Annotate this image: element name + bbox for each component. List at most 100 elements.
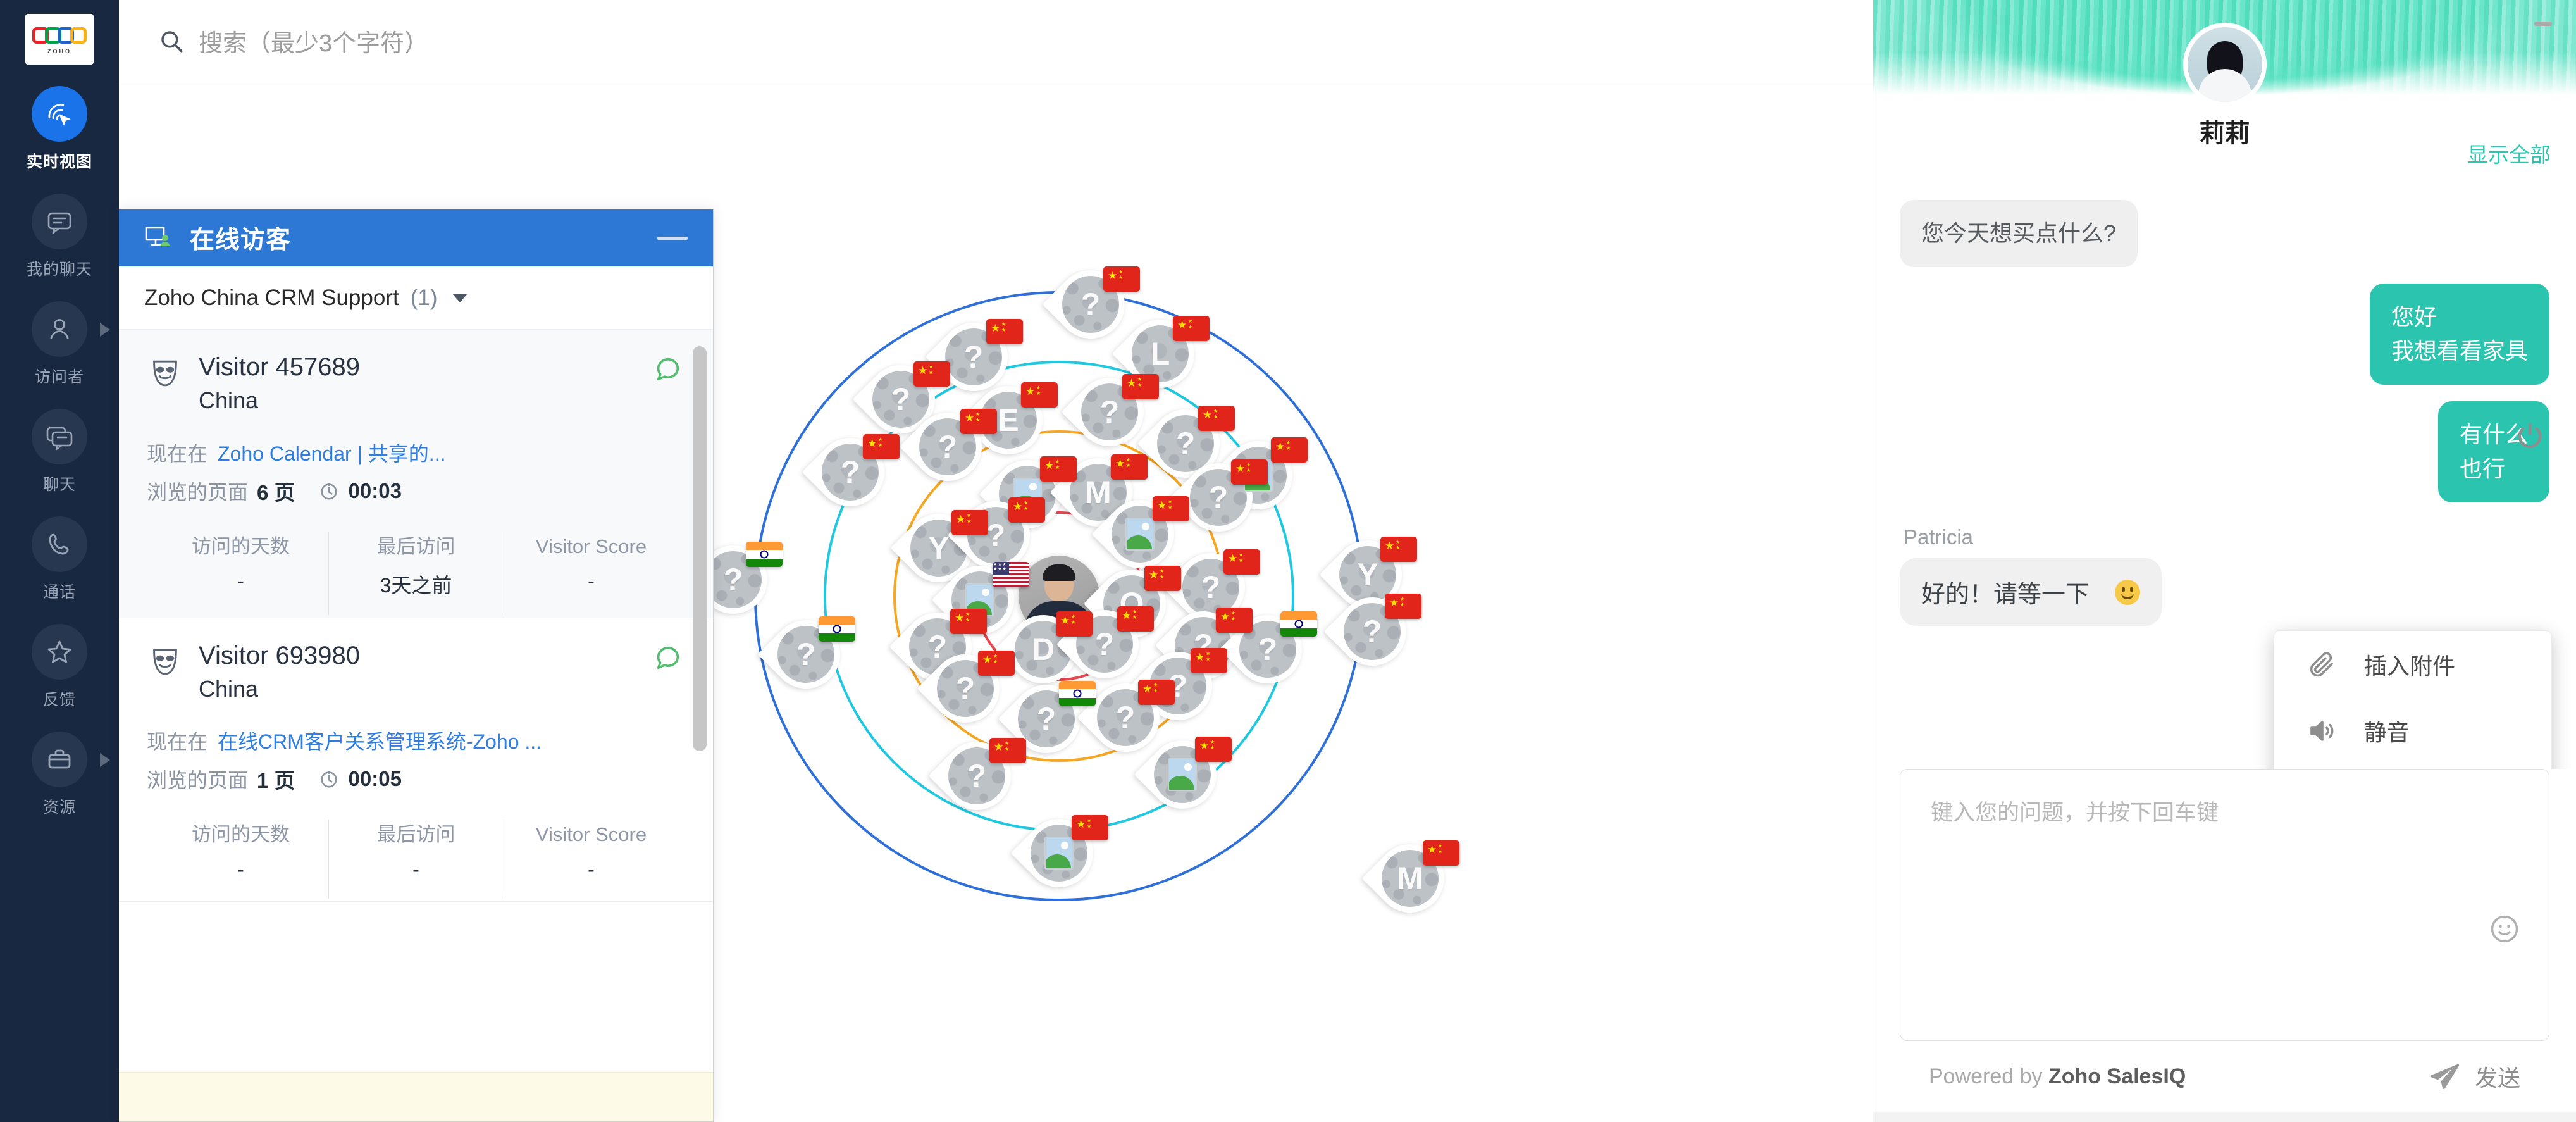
country-flag-cn-icon: ★ ★ ★: [1216, 607, 1253, 633]
marker-initial: ?: [1175, 425, 1196, 461]
radar-visitor-marker[interactable]: ? ★ ★ ★: [928, 727, 1026, 824]
menu-item-insert-attachment[interactable]: 插入附件: [2274, 631, 2551, 697]
visitor-duration-value: 00:05: [348, 767, 402, 791]
marker-initial: ?: [796, 636, 816, 672]
main-content-area: 搜索（最少3个字符） ? ★ ★ ★? ★ ★ ★ L ★ ★ ★? ★ ★ ★ E ★ ★ ★? ★ ★ ★? ★ ★ ★?…: [119, 0, 1873, 1122]
country-flag-cn-icon: ★ ★ ★: [1040, 456, 1077, 482]
visitor-card-header: Visitor 693980 China: [147, 640, 685, 705]
show-all-link[interactable]: 显示全部: [2467, 138, 2551, 168]
menu-item-mute[interactable]: 静音: [2274, 697, 2551, 764]
marker-initial: ?: [1362, 613, 1382, 649]
now-on-label: 现在在: [147, 730, 208, 754]
chat-actions-context-menu[interactable]: 插入附件 静音 发送: [2274, 630, 2552, 769]
radar-visitor-marker[interactable]: ? ★ ★ ★: [1042, 256, 1140, 352]
powered-by-label: Powered by Zoho SalesIQ: [1929, 1064, 2186, 1089]
marker-initial: ?: [938, 428, 958, 464]
sidebar-item-resources[interactable]: 资源: [0, 732, 119, 818]
radar-visitor-marker[interactable]: ? ★ ★ ★: [1323, 583, 1421, 680]
stat-days-visited-value: -: [237, 857, 244, 881]
stat-last-visit-label: 最后访问: [376, 535, 455, 558]
country-flag-cn-icon: ★ ★ ★: [913, 361, 950, 387]
salesiq-app-window: ZOHO 实时视图 我的聊天 访问者 聊天 通话 反馈 资源 搜索（最少3个字符…: [0, 0, 2576, 1122]
sidebar-item-chats[interactable]: 聊天: [0, 409, 119, 495]
visitor-current-page-row: 现在在 在线CRM客户关系管理系统-Zoho ...: [147, 726, 685, 755]
message-bubble-visitor: 您今天想买点什么?: [1900, 200, 2138, 267]
radar-visitor-marker[interactable]: ★ ★ ★: [1134, 726, 1232, 823]
sidebar-item-calls[interactable]: 通话: [0, 516, 119, 602]
send-paper-plane-icon: [2430, 1064, 2460, 1090]
stat-days-visited: 访问的天数 -: [153, 822, 328, 882]
country-flag-cn-icon: ★ ★ ★: [1223, 549, 1260, 575]
visitor-list[interactable]: Visitor 457689 China 现在在 Zoho Calendar |…: [119, 330, 713, 1072]
marker-initial: ?: [986, 517, 1006, 553]
sidebar-item-feedback[interactable]: 反馈: [0, 624, 119, 710]
chevron-right-icon-resources[interactable]: [100, 753, 110, 767]
search-input[interactable]: 搜索（最少3个字符）: [199, 23, 428, 58]
visitor-pages-row: 浏览的页面 1 页 00:05: [147, 764, 685, 794]
message-line-1: 您好: [2391, 304, 2437, 330]
visitor-current-page-link[interactable]: Zoho Calendar | 共享的...: [218, 438, 445, 467]
visitor-pages-row: 浏览的页面 6 页 00:03: [147, 476, 685, 506]
visitor-card[interactable]: Visitor 693980 China 现在在 在线CRM客户关系管理系统-Z…: [119, 618, 713, 902]
sidebar-item-visitors[interactable]: 访问者: [0, 301, 119, 387]
minimize-icon[interactable]: [2534, 22, 2552, 26]
country-flag-in-icon: [1280, 611, 1317, 637]
online-visitors-title: 在线访客: [190, 227, 292, 254]
anonymous-mask-icon: [153, 360, 177, 387]
minimize-panel-button[interactable]: [657, 236, 688, 240]
smiley-face-emoji: [2115, 579, 2141, 605]
avatar[interactable]: [2183, 23, 2267, 106]
online-visitors-header-left: 在线访客: [144, 220, 291, 256]
radar-visitor-marker[interactable]: ★ ★ ★: [1091, 485, 1189, 582]
message-input[interactable]: 键入您的问题，并按下回车键: [1931, 795, 2518, 827]
monitor-visitor-icon: [145, 227, 170, 246]
sidebar-label-my-chats: 我的聊天: [26, 261, 92, 278]
chat-messages[interactable]: 您今天想买点什么? 您好 我想看看家具 有什么 也行 Patricia 好的！请…: [1873, 194, 2576, 769]
country-flag-cn-icon: ★ ★ ★: [986, 318, 1023, 344]
clock-icon: [320, 482, 337, 500]
radar-visitor-marker[interactable]: ? ★ ★ ★: [899, 398, 997, 495]
menu-item-send-email[interactable]: 发送邮件: [2274, 764, 2551, 769]
department-filter-label: Zoho China CRM Support: [144, 285, 399, 310]
country-flag-cn-icon: ★ ★ ★: [863, 433, 900, 459]
sidebar-label-chats: 聊天: [42, 476, 76, 494]
chat-window: 莉莉 显示全部 您今天想买点什么? 您好 我想看看家具 有什么 也行 Patri…: [1873, 0, 2576, 1122]
marker-initial: ?: [927, 628, 948, 664]
radar-visitor-marker[interactable]: M ★ ★ ★: [1361, 830, 1459, 926]
search-bar[interactable]: 搜索（最少3个字符）: [119, 0, 1873, 82]
anonymous-mask-icon: [153, 649, 177, 675]
marker-initial: M: [1085, 474, 1112, 510]
country-flag-cn-icon: ★ ★ ★: [1173, 315, 1210, 341]
radar-visitor-marker[interactable]: ? ★ ★ ★: [1061, 363, 1159, 460]
sidebar-item-realtime-view[interactable]: 实时视图: [0, 86, 119, 172]
marker-initial: ?: [1094, 626, 1115, 662]
marker-initial: ?: [1081, 286, 1101, 322]
department-filter-count: (1): [410, 285, 438, 310]
start-chat-icon[interactable]: [653, 642, 683, 671]
radar-visitor-marker[interactable]: ★ ★ ★: [1010, 804, 1108, 901]
country-flag-cn-icon: ★ ★ ★: [960, 408, 997, 434]
chevron-right-icon-visitors[interactable]: [100, 323, 110, 337]
chevron-down-icon[interactable]: [452, 293, 468, 302]
visitor-list-scrollbar[interactable]: [693, 346, 707, 751]
send-button[interactable]: 发送: [2428, 1060, 2520, 1093]
start-chat-icon[interactable]: [653, 354, 683, 383]
stat-days-visited-value: -: [237, 569, 244, 592]
send-button-label: 发送: [2474, 1065, 2520, 1091]
visitor-card[interactable]: Visitor 457689 China 现在在 Zoho Calendar |…: [119, 330, 713, 618]
message-row-visitor: 您今天想买点什么?: [1900, 194, 2549, 267]
emoji-picker-icon[interactable]: [2488, 913, 2521, 945]
country-flag-cn-icon: ★ ★ ★: [1111, 454, 1148, 480]
radar-visitor-marker[interactable]: ? ★ ★ ★: [917, 640, 1015, 737]
end-chat-power-icon[interactable]: [2513, 420, 2547, 454]
marker-initial: E: [998, 402, 1019, 438]
radar-visitor-marker[interactable]: ? ★ ★ ★: [802, 423, 900, 520]
sidebar-item-my-chats[interactable]: 我的聊天: [0, 194, 119, 280]
country-flag-cn-icon: ★ ★ ★: [1117, 606, 1154, 632]
department-filter-dropdown[interactable]: Zoho China CRM Support (1): [119, 266, 713, 330]
visitor-current-page-link[interactable]: 在线CRM客户关系管理系统-Zoho ...: [218, 726, 542, 755]
message-input-box[interactable]: 键入您的问题，并按下回车键: [1900, 769, 2549, 1041]
zoho-logo[interactable]: ZOHO: [25, 14, 94, 65]
radar-visitor-marker[interactable]: ? ★ ★ ★: [1170, 449, 1268, 545]
radar-visitor-marker[interactable]: ?: [757, 606, 855, 702]
